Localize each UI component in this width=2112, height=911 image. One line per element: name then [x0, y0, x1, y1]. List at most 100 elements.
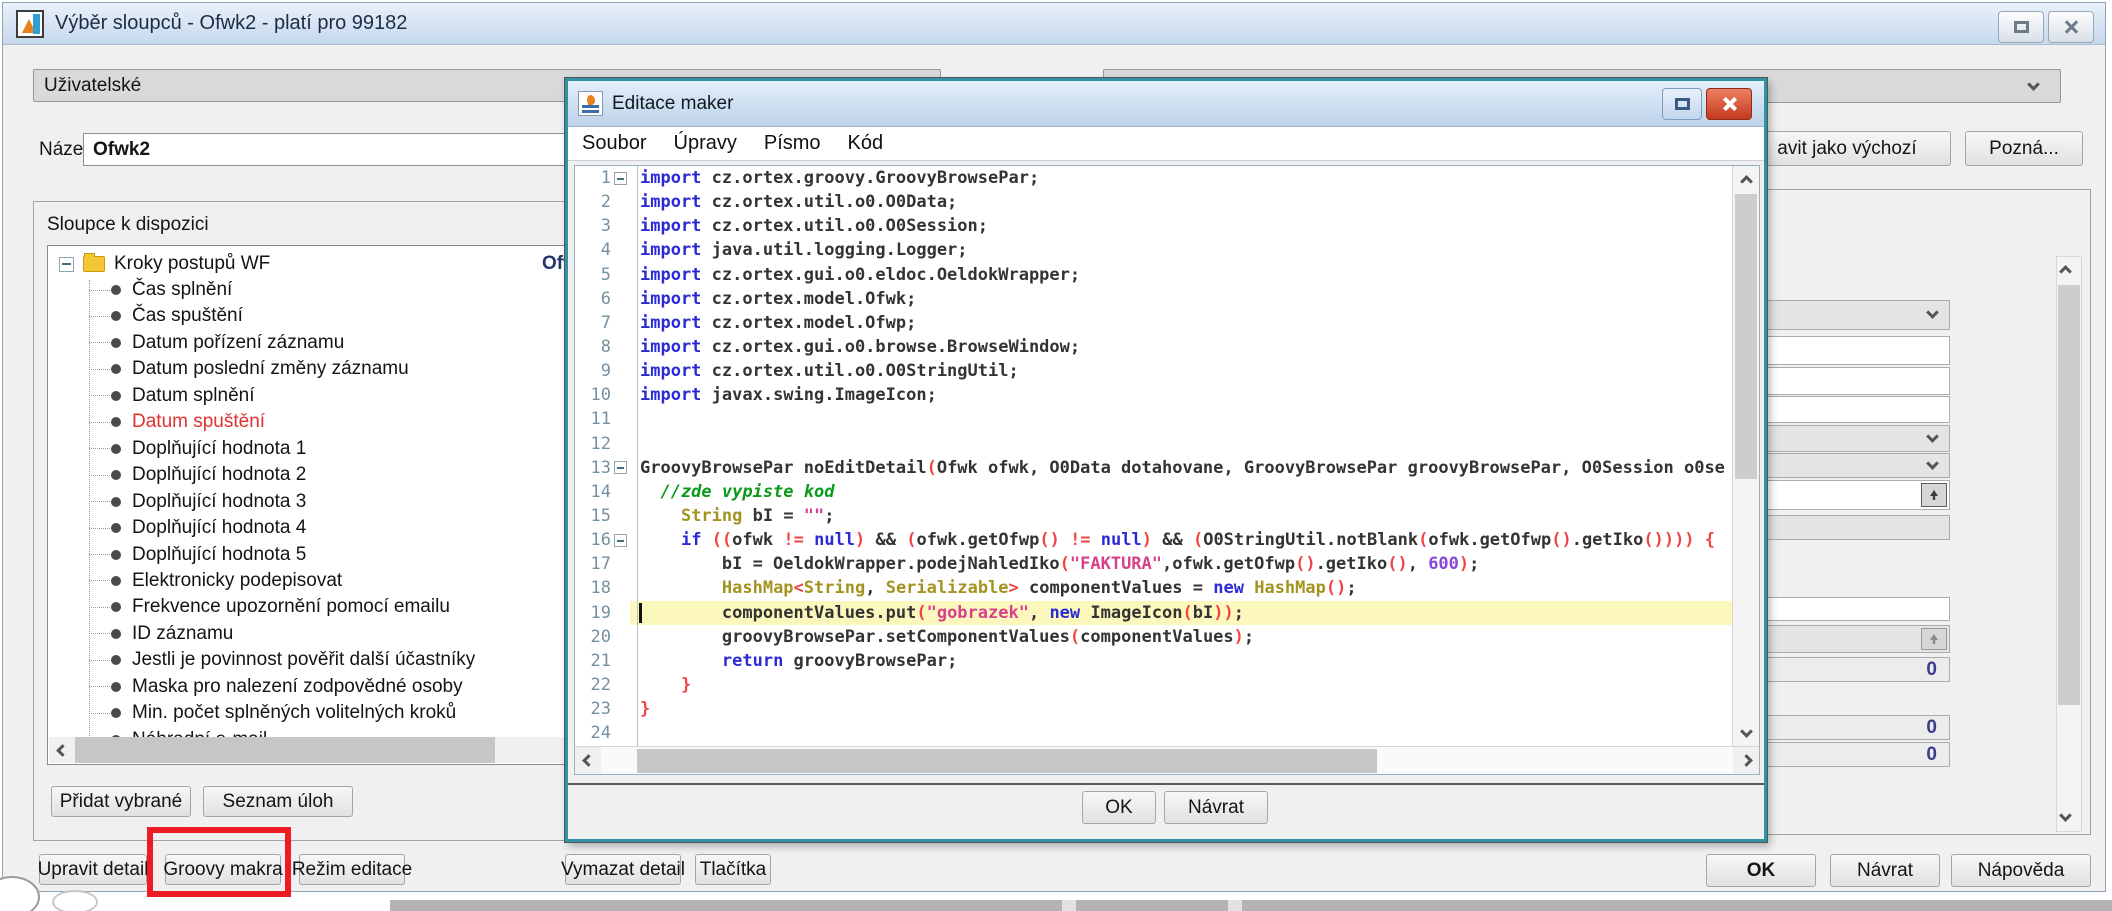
- code-line[interactable]: 1import cz.ortex.groovy.GroovyBrowsePar;: [575, 166, 1733, 190]
- main-titlebar[interactable]: Výběr sloupců - Ofwk2 - platí pro 99182: [3, 3, 2105, 45]
- fold-collapse-icon[interactable]: [614, 172, 627, 185]
- tree-scrollbar-thumb[interactable]: [75, 737, 495, 763]
- code-line[interactable]: 11: [575, 407, 1733, 431]
- code-line[interactable]: 18 HashMap<String, Serializable> compone…: [575, 576, 1733, 600]
- code-line[interactable]: 9import cz.ortex.util.o0.O0StringUtil;: [575, 359, 1733, 383]
- code-line[interactable]: 19 componentValues.put("gobrazek", new I…: [575, 601, 1733, 625]
- scroll-right-icon[interactable]: [1733, 747, 1759, 774]
- buttons-button[interactable]: Tlačítka: [695, 854, 771, 885]
- tree-item[interactable]: Maska pro nalezení zodpovědné osoby: [89, 674, 463, 700]
- code-text: [630, 432, 1733, 456]
- scroll-down-icon[interactable]: [1733, 718, 1759, 744]
- editor-vscrollbar-thumb[interactable]: [1735, 194, 1757, 479]
- line-number: 2: [575, 192, 611, 212]
- scroll-down-icon[interactable]: [2061, 807, 2070, 825]
- set-default-button[interactable]: avit jako výchozí: [1743, 131, 1951, 166]
- note-button[interactable]: Pozná...: [1965, 131, 2083, 166]
- scroll-up-icon[interactable]: [1733, 168, 1759, 194]
- tree-item-label: Doplňující hodnota 4: [132, 517, 306, 539]
- dialog-ok-button[interactable]: OK: [1082, 791, 1156, 824]
- ok-button[interactable]: OK: [1706, 854, 1816, 887]
- dialog-maximize-button[interactable]: [1662, 88, 1702, 120]
- code-line[interactable]: 2import cz.ortex.util.o0.O0Data;: [575, 190, 1733, 214]
- tree-item[interactable]: Datum spuštění: [89, 409, 265, 435]
- picker-button[interactable]: [1921, 483, 1947, 507]
- edit-mode-button[interactable]: Režim editace: [299, 854, 405, 885]
- bullet-icon: [111, 629, 121, 639]
- line-number: 6: [575, 289, 611, 309]
- editor-horizontal-scrollbar[interactable]: [575, 746, 1759, 774]
- code-editor[interactable]: 1import cz.ortex.groovy.GroovyBrowsePar;…: [574, 165, 1760, 775]
- code-line[interactable]: 22 }: [575, 673, 1733, 697]
- dialog-close-button[interactable]: [1706, 88, 1752, 120]
- code-line[interactable]: 14 //zde vypiste kod: [575, 480, 1733, 504]
- tree-item[interactable]: Doplňující hodnota 2: [89, 462, 306, 488]
- tree-item[interactable]: Min. počet splněných volitelných kroků: [89, 700, 456, 726]
- code-line[interactable]: 6import cz.ortex.model.Ofwk;: [575, 287, 1733, 311]
- tree-item[interactable]: Elektronicky podepisovat: [89, 568, 342, 594]
- tree-item[interactable]: ID záznamu: [89, 621, 233, 647]
- back-button[interactable]: Návrat: [1830, 854, 1940, 887]
- code-line[interactable]: 21 return groovyBrowsePar;: [575, 649, 1733, 673]
- add-selected-button[interactable]: Přidat vybrané: [51, 786, 191, 817]
- collapse-icon[interactable]: [59, 257, 74, 272]
- tree-item[interactable]: Frekvence upozornění pomocí emailu: [89, 594, 450, 620]
- panel-vertical-scrollbar[interactable]: [2056, 256, 2082, 832]
- code-line[interactable]: 23}: [575, 697, 1733, 721]
- code-line[interactable]: 13GroovyBrowsePar noEditDetail(Ofwk ofwk…: [575, 456, 1733, 480]
- close-button[interactable]: [2048, 11, 2094, 43]
- tree-item[interactable]: Doplňující hodnota 5: [89, 542, 306, 568]
- close-icon: [2063, 19, 2079, 35]
- groovy-macros-button[interactable]: Groovy makra: [165, 854, 281, 885]
- code-text: [630, 721, 1733, 745]
- code-line[interactable]: 7import cz.ortex.model.Ofwp;: [575, 311, 1733, 335]
- clear-detail-button[interactable]: Vymazat detail: [565, 854, 681, 885]
- dialog-back-button[interactable]: Návrat: [1164, 791, 1268, 824]
- tree-connector: [89, 342, 110, 343]
- code-line[interactable]: 15 String bI = "";: [575, 504, 1733, 528]
- scroll-up-icon[interactable]: [2061, 263, 2070, 281]
- code-line[interactable]: 10import javax.swing.ImageIcon;: [575, 383, 1733, 407]
- scroll-left-icon[interactable]: [575, 747, 601, 774]
- code-line[interactable]: 24: [575, 721, 1733, 745]
- editor-vertical-scrollbar[interactable]: [1732, 166, 1759, 746]
- scroll-left-icon[interactable]: [49, 737, 75, 763]
- help-button[interactable]: Nápověda: [1951, 854, 2091, 887]
- fold-slot: [611, 461, 630, 474]
- tree-item[interactable]: Čas spuštění: [89, 303, 243, 329]
- line-number: 22: [575, 675, 611, 695]
- tree-item[interactable]: Doplňující hodnota 4: [89, 515, 306, 541]
- code-line[interactable]: 3import cz.ortex.util.o0.O0Session;: [575, 214, 1733, 238]
- code-line[interactable]: 16 if ((ofwk != null) && (ofwk.getOfwp()…: [575, 528, 1733, 552]
- fold-slot: [611, 534, 630, 547]
- edit-detail-button[interactable]: Upravit detail: [39, 854, 147, 885]
- fold-collapse-icon[interactable]: [614, 461, 627, 474]
- tree-item[interactable]: Doplňující hodnota 3: [89, 489, 306, 515]
- panel-scrollbar-thumb[interactable]: [2058, 285, 2080, 705]
- menu-soubor[interactable]: Soubor: [582, 132, 647, 155]
- code-text: import cz.ortex.groovy.GroovyBrowsePar;: [630, 166, 1733, 190]
- maximize-button[interactable]: [1998, 11, 2044, 43]
- code-line[interactable]: 12: [575, 432, 1733, 456]
- task-list-button[interactable]: Seznam úloh: [203, 786, 353, 817]
- code-line[interactable]: 4import java.util.logging.Logger;: [575, 238, 1733, 262]
- code-text: bI = OeldokWrapper.podejNahledIko("FAKTU…: [630, 552, 1733, 576]
- tree-item-label: Elektronicky podepisovat: [132, 570, 342, 592]
- fold-collapse-icon[interactable]: [614, 534, 627, 547]
- menu-kod[interactable]: Kód: [848, 132, 884, 155]
- dialog-titlebar[interactable]: Editace maker: [568, 81, 1764, 127]
- tree-item[interactable]: Čas splnění: [89, 277, 232, 303]
- code-line[interactable]: 20 groovyBrowsePar.setComponentValues(co…: [575, 625, 1733, 649]
- code-line[interactable]: 8import cz.ortex.gui.o0.browse.BrowseWin…: [575, 335, 1733, 359]
- code-line[interactable]: 5import cz.ortex.gui.o0.eldoc.OeldokWrap…: [575, 263, 1733, 287]
- menu-upravy[interactable]: Úpravy: [674, 132, 737, 155]
- tree-item[interactable]: Datum splnění: [89, 383, 255, 409]
- tree-item[interactable]: Datum pořízení záznamu: [89, 330, 344, 356]
- menu-pismo[interactable]: Písmo: [764, 132, 821, 155]
- code-line[interactable]: 17 bI = OeldokWrapper.podejNahledIko("FA…: [575, 552, 1733, 576]
- editor-hscrollbar-thumb[interactable]: [637, 749, 1377, 773]
- tree-item[interactable]: Datum poslední změny záznamu: [89, 356, 409, 382]
- tree-item[interactable]: Jestli je povinnost pověřit další účastn…: [89, 647, 475, 673]
- tree-item[interactable]: Doplňující hodnota 1: [89, 436, 306, 462]
- tree-root-node[interactable]: Kroky postupů WF: [59, 251, 270, 277]
